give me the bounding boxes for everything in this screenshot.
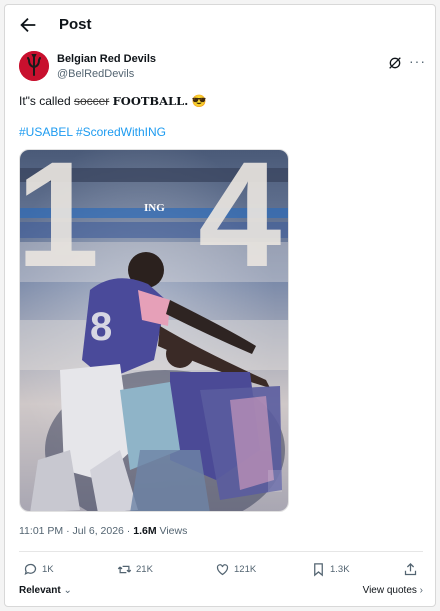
post-time[interactable]: 11:01 PM	[19, 525, 63, 537]
author-row: Belgian Red Devils @BelRedDevils ···	[19, 51, 426, 85]
sort-dropdown[interactable]: Relevant ⌄	[19, 585, 72, 596]
sponsor-label: ING	[144, 202, 165, 214]
share-button[interactable]	[403, 559, 418, 579]
avatar[interactable]	[19, 51, 49, 81]
hashtag-scoredwithing[interactable]: #ScoredWithING	[76, 125, 166, 139]
post-detail: Post Belgian Red Devils @BelRedDevils ··…	[4, 4, 436, 607]
author-handle[interactable]: @BelRedDevils	[57, 68, 134, 80]
view-quotes-label: View quotes	[362, 585, 417, 596]
sunglasses-emoji: 😎	[191, 94, 207, 108]
player-number: 8	[90, 305, 112, 349]
heart-icon	[216, 563, 229, 575]
more-options-icon[interactable]: ···	[409, 53, 426, 69]
score-away: 4	[198, 150, 281, 298]
bookmark-button[interactable]: 1.3K	[311, 559, 350, 579]
reply-button[interactable]: 1K	[23, 559, 54, 579]
score-home: 1	[20, 150, 99, 298]
header: Post	[5, 5, 435, 45]
post-image[interactable]: 1 4 ING 8	[19, 149, 289, 512]
share-icon	[404, 562, 417, 575]
grok-icon[interactable]	[387, 55, 403, 71]
tweet-text-struck: soccer	[73, 94, 110, 108]
like-count: 121K	[234, 563, 257, 575]
sort-label: Relevant	[19, 585, 61, 596]
tweet-text-emphasis: FOOTBALL.	[112, 94, 189, 108]
chevron-right-icon: ›	[419, 585, 423, 596]
action-bar: 1K 21K 121K 1.3K	[19, 559, 423, 581]
view-quotes-link[interactable]: View quotes ›	[363, 585, 423, 596]
repost-icon	[117, 565, 132, 573]
repost-button[interactable]: 21K	[117, 559, 153, 579]
divider	[19, 551, 423, 552]
repost-count: 21K	[136, 563, 153, 575]
tweet-text: It"s called soccer FOOTBALL. 😎	[19, 93, 207, 109]
reply-icon	[24, 563, 37, 575]
back-arrow-icon[interactable]	[17, 14, 39, 36]
views-count: 1.6M	[133, 525, 157, 537]
hashtag-usabel[interactable]: #USABEL	[19, 125, 73, 139]
views-label: Views	[159, 525, 188, 537]
reply-count: 1K	[42, 563, 54, 575]
reply-sort-bar: Relevant ⌄ View quotes ›	[19, 583, 423, 601]
hashtags: #USABEL #ScoredWithING	[19, 125, 166, 139]
like-button[interactable]: 121K	[215, 559, 256, 579]
bookmark-count: 1.3K	[330, 563, 350, 575]
tweet-text-prefix: It"s called	[19, 94, 74, 108]
bookmark-icon	[314, 562, 323, 576]
post-date[interactable]: Jul 6, 2026	[73, 525, 124, 537]
red-devils-logo-icon	[19, 51, 49, 81]
author-name[interactable]: Belgian Red Devils	[57, 53, 156, 65]
page-title: Post	[59, 16, 92, 33]
post-meta: 11:01 PM · Jul 6, 2026 · 1.6M Views	[19, 525, 188, 537]
celebration-photo: 1 4 ING 8	[20, 150, 288, 511]
chevron-down-icon: ⌄	[63, 585, 72, 596]
